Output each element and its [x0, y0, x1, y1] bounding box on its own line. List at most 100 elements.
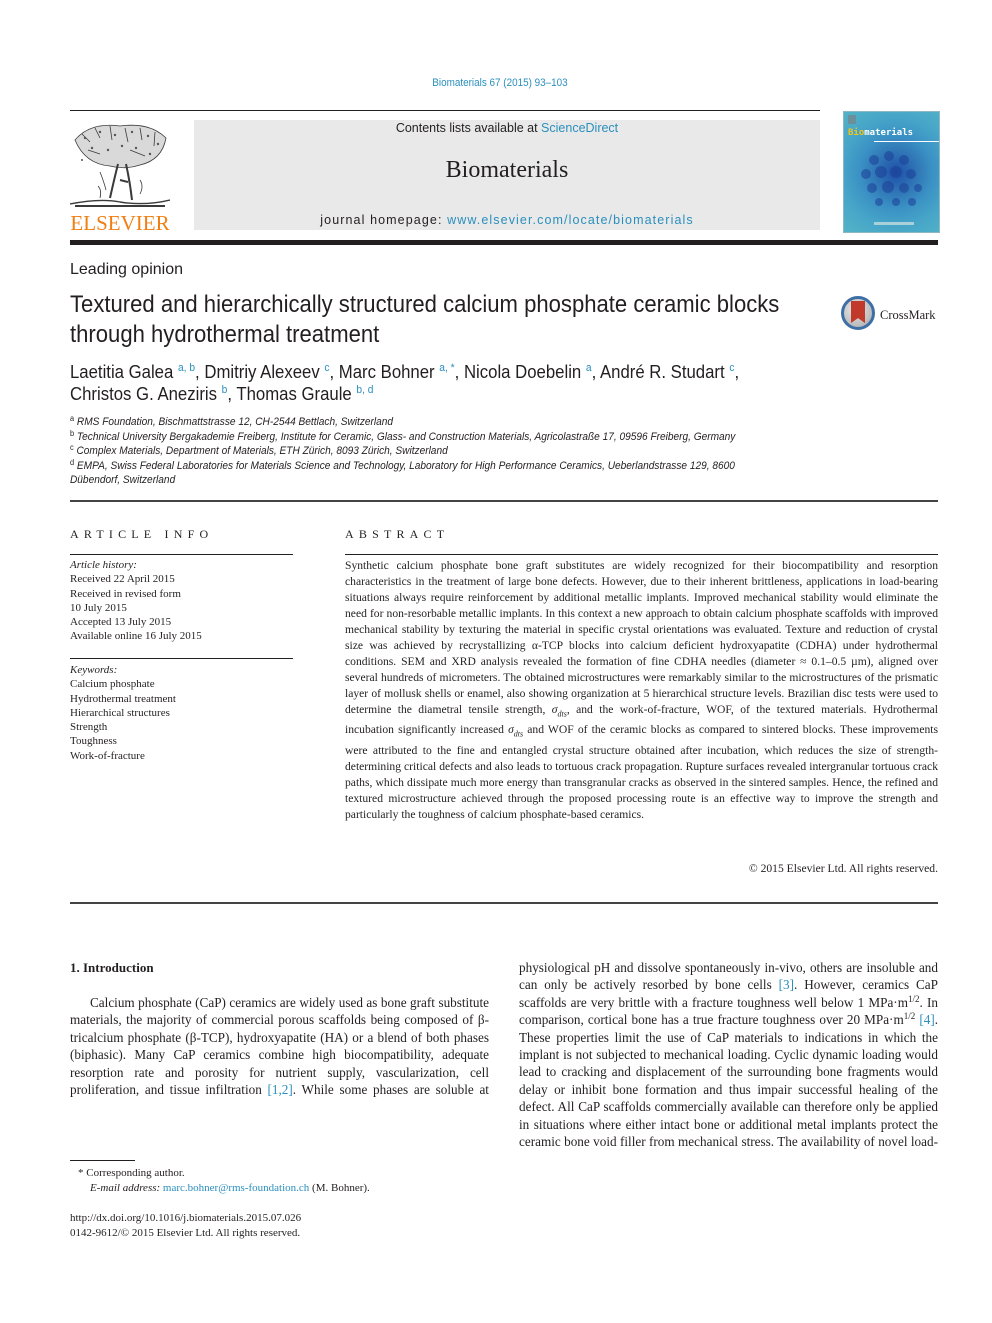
affiliation-text: Complex Materials, Department of Materia… [76, 445, 448, 457]
doi-link[interactable]: http://dx.doi.org/10.1016/j.biomaterials… [70, 1211, 301, 1226]
article-history-label: Article history: [70, 559, 137, 571]
keywords-rule [70, 658, 293, 659]
author-name[interactable]: Dmitriy Alexeev [204, 362, 319, 382]
front-matter-end-rule [70, 902, 938, 904]
email-link[interactable]: marc.bohner@rms-foundation.ch [163, 1182, 309, 1194]
author[interactable]: Dmitriy Alexeev c [204, 362, 329, 382]
abstract-text-part: Synthetic calcium phosphate bone graft s… [345, 559, 938, 716]
article-title: Textured and hierarchically structured c… [70, 291, 780, 348]
journal-cover-image[interactable]: Biomaterials [843, 111, 940, 233]
affiliation-text: EMPA, Swiss Federal Laboratories for Mat… [70, 459, 735, 487]
contents-line: Contents lists available at ScienceDirec… [194, 121, 820, 135]
email-label: E-mail address: [90, 1182, 163, 1194]
history-item: Accepted 13 July 2015 [70, 616, 172, 629]
homepage-line: journal homepage: www.elsevier.com/locat… [194, 213, 820, 227]
affiliation: c Complex Materials, Department of Mater… [70, 444, 806, 459]
contents-prefix: Contents lists available at [395, 121, 542, 135]
author[interactable]: Christos G. Aneziris b [70, 384, 227, 404]
corresponding-author-note: * Corresponding author. [78, 1167, 185, 1179]
cover-footer [874, 222, 914, 225]
sciencedirect-link[interactable]: ScienceDirect [541, 121, 618, 135]
abstract-heading: ABSTRACT [345, 527, 450, 541]
keyword-item: Work-of-fracture [70, 749, 145, 762]
affiliation-text: Technical University Bergakademie Freibe… [76, 430, 736, 443]
title-block-rule [70, 500, 938, 502]
abstract-rule [345, 554, 938, 555]
article-info-heading: ARTICLE INFO [70, 527, 214, 541]
author-name[interactable]: Christos G. Aneziris [70, 384, 217, 404]
history-item: Available online 16 July 2015 [70, 630, 202, 643]
author[interactable]: Marc Bohner a, * [339, 362, 455, 382]
sigma-subscript: dts [513, 729, 524, 739]
affiliation-key: a [70, 414, 75, 423]
body-text: . These properties limit the use of CaP … [519, 1012, 939, 1150]
journal-citation-link[interactable]: Biomaterials 67 (2015) 93–103 [50, 77, 950, 89]
section-heading-introduction: 1. Introduction [70, 960, 154, 975]
author[interactable]: Laetitia Galea a, b [70, 362, 195, 382]
author-separator: , [454, 362, 464, 382]
body-text: . While some phases are soluble at [292, 1082, 489, 1098]
author-name[interactable]: Laetitia Galea [70, 362, 173, 382]
author-name[interactable]: Marc Bohner [339, 362, 435, 382]
author[interactable]: André R. Studart c [600, 362, 734, 382]
keywords: Keywords: Calcium phosphate Hydrothermal… [70, 663, 293, 763]
journal-homepage-link[interactable]: www.elsevier.com/locate/biomaterials [447, 213, 694, 227]
cover-publisher-icon [848, 115, 856, 124]
author-affiliation-link[interactable]: b, d [356, 384, 373, 396]
crossmark-label: CrossMark [880, 308, 936, 322]
sigma-symbol: σdts [552, 703, 567, 719]
affiliation: d EMPA, Swiss Federal Laboratories for M… [70, 457, 742, 488]
author-name[interactable]: André R. Studart [600, 362, 725, 382]
cover-title: Biomaterials [848, 128, 913, 138]
cover-title-rest: materials [864, 128, 914, 138]
history-item: 10 July 2015 [70, 601, 127, 614]
body-column-right: physiological pH and dissolve spontaneou… [519, 959, 938, 1150]
author[interactable]: Nicola Doebelin a [464, 362, 592, 382]
header-rule [70, 110, 820, 111]
keyword-item: Hydrothermal treatment [70, 692, 176, 705]
keyword-item: Hierarchical structures [70, 706, 170, 719]
affiliation: a RMS Foundation, Bischmattstrasse 12, C… [70, 415, 806, 430]
cover-pattern [861, 151, 922, 206]
reference-link[interactable]: [4] [919, 1012, 934, 1027]
keyword-item: Strength [70, 721, 108, 734]
author-list: Laetitia Galea a, b, Dmitriy Alexeev c, … [70, 361, 888, 405]
author-separator: , [734, 362, 740, 382]
email-note: E-mail address: marc.bohner@rms-foundati… [90, 1181, 370, 1196]
author[interactable]: Thomas Graule b, d [236, 384, 373, 404]
homepage-prefix: journal homepage: [320, 213, 448, 227]
issn-copyright: 0142-9612/© 2015 Elsevier Ltd. All right… [70, 1227, 301, 1239]
email-suffix: (M. Bohner). [309, 1182, 370, 1194]
author-name[interactable]: Nicola Doebelin [464, 362, 581, 382]
article-history: Article history: Received 22 April 2015 … [70, 558, 293, 644]
exponent: 1/2 [907, 993, 920, 1004]
author-separator: , [591, 362, 600, 382]
affiliation-text: RMS Foundation, Bischmattstrasse 12, CH-… [76, 416, 394, 428]
sigma-subscript: dts [557, 709, 567, 719]
affiliation: b Technical University Bergakademie Frei… [70, 428, 806, 445]
article-section-type: Leading opinion [70, 261, 183, 278]
header-thick-rule [70, 240, 938, 245]
author-separator: , [329, 362, 339, 382]
reference-link[interactable]: [1,2] [268, 1082, 293, 1097]
author-affiliation-link[interactable]: a, * [439, 362, 454, 374]
history-item: Received 22 April 2015 [70, 573, 175, 586]
body-column-left: Calcium phosphate (CaP) ceramics are wid… [70, 994, 489, 1098]
affiliation-key: b [70, 428, 75, 438]
affiliation-list: a RMS Foundation, Bischmattstrasse 12, C… [70, 415, 806, 488]
journal-name: Biomaterials [445, 157, 569, 183]
reference-link[interactable]: [3] [779, 977, 794, 992]
article-info-rule [70, 554, 293, 555]
sigma-symbol: σdts [508, 723, 524, 739]
author-affiliation-link[interactable]: a, b [178, 362, 195, 374]
affiliation-key: d [70, 457, 75, 467]
exponent: 1/2 [903, 1011, 916, 1022]
abstract-text-part: and WOF of the ceramic blocks as compare… [345, 723, 938, 821]
author-name[interactable]: Thomas Graule [236, 384, 351, 404]
cover-title-highlight: Bio [848, 128, 865, 138]
keywords-label: Keywords: [70, 664, 118, 676]
crossmark-button[interactable]: CrossMark [840, 295, 940, 335]
keyword-item: Toughness [70, 735, 117, 748]
history-item: Received in revised form [70, 587, 181, 600]
author-separator: , [227, 384, 237, 404]
